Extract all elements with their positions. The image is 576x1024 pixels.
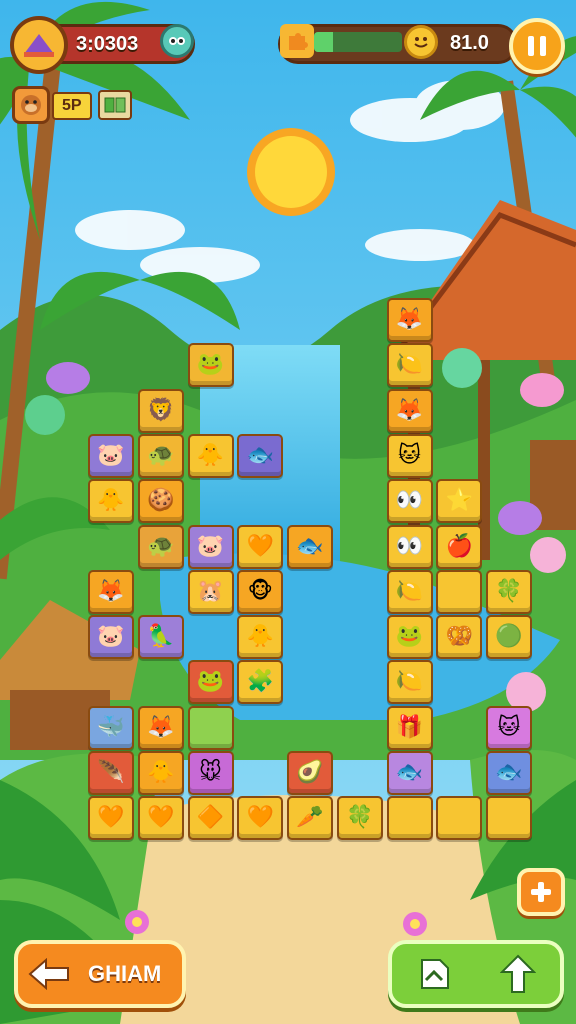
game-tile[interactable]: 🧡 — [237, 796, 284, 841]
owl-mascot-icon — [160, 24, 194, 58]
plus-icon — [531, 882, 551, 902]
game-tile[interactable]: 🐭 — [187, 751, 234, 795]
game-tile[interactable]: 🐷 — [187, 524, 234, 569]
game-tile[interactable] — [436, 796, 483, 841]
game-tile[interactable]: 🐸 — [187, 343, 234, 388]
game-tile[interactable] — [187, 705, 234, 750]
game-tile[interactable]: 🐥 — [237, 615, 284, 660]
pause-button[interactable] — [509, 18, 565, 74]
game-tile[interactable]: 🍀 — [336, 796, 383, 841]
game-tile[interactable]: 🦁 — [137, 388, 184, 433]
game-tile[interactable]: 🧡 — [237, 524, 284, 569]
game-tile[interactable]: 🎁 — [386, 705, 433, 750]
game-tile[interactable]: 🐢 — [137, 433, 184, 478]
document-icon — [421, 959, 449, 989]
game-tile[interactable]: 🥨 — [436, 615, 483, 660]
game-tile[interactable]: 🐥 — [88, 479, 134, 524]
monkey-face-icon — [12, 86, 50, 124]
game-tile[interactable]: 🐷 — [88, 433, 134, 478]
game-tile[interactable]: 🦊 — [386, 298, 433, 342]
game-tile[interactable]: 🐢 — [137, 524, 184, 569]
game-tile[interactable]: 🦜 — [137, 615, 184, 660]
arrow-up-icon — [500, 954, 536, 993]
game-tile[interactable]: 🐟 — [237, 433, 284, 478]
progress-fill — [314, 32, 334, 52]
game-tile[interactable]: 🦊 — [386, 388, 433, 433]
game-tile[interactable]: 🐱 — [486, 705, 532, 750]
game-tile[interactable]: 🐸 — [187, 660, 234, 705]
game-tile[interactable]: 🐷 — [88, 615, 134, 660]
game-tile[interactable]: 🍪 — [137, 479, 184, 524]
game-tile[interactable]: 🐵 — [237, 569, 284, 614]
game-tile[interactable]: 👀 — [386, 479, 433, 524]
game-tile[interactable]: 🍀 — [486, 569, 532, 614]
game-tile[interactable]: 🍎 — [436, 524, 483, 569]
game-tile[interactable] — [386, 796, 433, 841]
game-tile[interactable]: 🥑 — [287, 751, 333, 795]
smiley-coin-icon — [404, 25, 438, 59]
game-tile[interactable]: 🔶 — [187, 796, 234, 841]
score-value: 3:0303 — [76, 33, 139, 55]
document-button[interactable] — [416, 956, 452, 992]
game-tile[interactable]: 🪶 — [88, 751, 134, 795]
arrow-left-icon — [28, 958, 69, 990]
card-stack-icon[interactable] — [98, 90, 132, 120]
game-tile[interactable] — [486, 796, 532, 841]
up-button[interactable] — [500, 954, 536, 994]
level-badge: 5P — [52, 92, 92, 120]
action-button-group — [388, 940, 564, 1008]
game-tile[interactable]: 🦊 — [88, 569, 134, 614]
add-button[interactable] — [517, 868, 565, 916]
game-tile[interactable]: 🥕 — [287, 796, 333, 841]
pause-icon — [528, 36, 546, 56]
hat-badge-icon — [10, 16, 68, 74]
back-button[interactable]: GHIAM — [14, 940, 186, 1008]
back-button-label: GHIAM — [88, 961, 162, 986]
game-tile[interactable]: 🐹 — [187, 569, 234, 614]
game-tile[interactable]: 🍋 — [386, 569, 433, 614]
game-tile[interactable]: 🐸 — [386, 615, 433, 660]
game-tile[interactable]: 🐥 — [187, 433, 234, 478]
game-tile[interactable]: 🧡 — [137, 796, 184, 841]
game-tile[interactable]: 🐳 — [88, 705, 134, 750]
game-tile[interactable]: 🍋 — [386, 343, 433, 388]
game-tile[interactable]: 🧡 — [88, 796, 134, 841]
game-tile[interactable]: 🍋 — [386, 660, 433, 705]
goal-value: 81.0 — [450, 32, 489, 54]
game-tile[interactable]: 🟢 — [486, 615, 532, 660]
game-tile[interactable]: 👀 — [386, 524, 433, 569]
game-tile[interactable]: 🦊 — [137, 705, 184, 750]
puzzle-progress-icon — [280, 24, 314, 58]
game-board: 🦊 🐸 🍋 🦁 🦊 🐷 🐢 🐥 🐟 🐱 🐥 🍪 👀 ⭐ 🐢 🐷 🧡 🐟 👀 🍎 🦊 🐹 🐵 🍋 🍀 🐷 🦜 🐥 🐸 🥨 🟢 🐸 🧩 🍋 🐳 🦊 🎁 🐱 🪶 🐥… — [0, 0, 576, 1024]
game-tile[interactable]: 🐟 — [486, 751, 532, 795]
progress-bar — [314, 32, 402, 52]
game-tile[interactable]: 🐥 — [137, 751, 184, 795]
game-tile[interactable]: 🧩 — [237, 660, 284, 705]
game-tile[interactable]: ⭐ — [436, 479, 483, 524]
game-tile[interactable]: 🐱 — [386, 433, 433, 478]
game-tile[interactable] — [436, 569, 483, 614]
game-tile[interactable]: 🐟 — [287, 524, 333, 569]
game-tile[interactable]: 🐟 — [386, 751, 433, 795]
